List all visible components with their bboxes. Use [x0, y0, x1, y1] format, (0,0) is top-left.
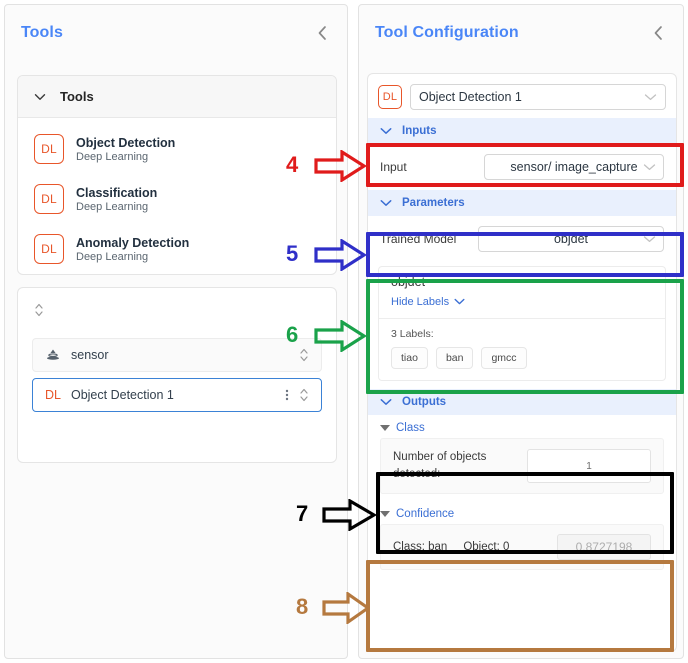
section-title: Outputs: [402, 396, 447, 408]
label-chip[interactable]: gmcc: [481, 347, 527, 369]
list-item[interactable]: DL Object Detection Deep Learning: [18, 124, 336, 174]
confidence-group-toggle[interactable]: Confidence: [368, 494, 676, 524]
tools-accordion-header[interactable]: Tools: [18, 76, 336, 118]
dl-badge-icon: DL: [34, 234, 64, 264]
tools-accordion-card: Tools DL Object Detection Deep Learning …: [17, 75, 337, 275]
objects-detected-value: 1: [527, 449, 651, 483]
tool-name: Anomaly Detection: [76, 235, 190, 250]
chevron-down-icon: [380, 199, 392, 207]
class-group-toggle[interactable]: Class: [368, 415, 676, 438]
sort-updown-icon[interactable]: [34, 302, 44, 318]
model-labels-card: objdet Hide Labels 3 Labels: tiao ban gm…: [378, 266, 666, 381]
chevron-left-icon[interactable]: [649, 24, 667, 42]
tool-subtitle: Deep Learning: [76, 200, 149, 213]
section-title: Inputs: [402, 125, 437, 137]
trained-model-label: Trained Model: [380, 232, 457, 246]
confidence-group-label: Confidence: [396, 508, 455, 520]
sensor-icon: [45, 348, 61, 363]
pipeline-row-object-detection-1[interactable]: DL Object Detection 1: [32, 378, 322, 412]
kebab-menu-icon[interactable]: [285, 387, 289, 403]
chevron-left-icon[interactable]: [313, 24, 331, 42]
labels-count: 3 Labels:: [391, 328, 434, 340]
section-header-parameters[interactable]: Parameters: [368, 190, 676, 216]
pipeline-row-label: sensor: [71, 348, 109, 362]
sort-updown-icon[interactable]: [299, 347, 309, 363]
class-output-row: Number of objects detected: 1: [380, 438, 664, 494]
pipeline-list: sensor DL Object Detection 1: [18, 332, 336, 412]
section-header-inputs[interactable]: Inputs: [368, 118, 676, 144]
label-chip-list: tiao ban gmcc: [391, 347, 653, 369]
sort-updown-icon[interactable]: [299, 387, 309, 403]
confidence-class-text: Class: ban: [393, 541, 448, 553]
tool-name: Object Detection: [76, 135, 176, 150]
confidence-object-text: Object: 0: [463, 541, 510, 553]
chevron-down-icon: [380, 127, 392, 135]
page-title: Tools: [21, 24, 63, 41]
tools-panel: Tools Tools DL Object Detection Deep Lea…: [4, 4, 348, 659]
dl-badge-icon: DL: [378, 85, 402, 109]
pipeline-row-label: Object Detection 1: [70, 388, 174, 402]
trained-model-field-row: Trained Model objdet: [368, 216, 676, 262]
chevron-down-icon: [454, 296, 465, 308]
chevron-down-icon: [380, 398, 392, 406]
tool-select-value: Object Detection 1: [419, 90, 522, 104]
input-field-label: Input: [380, 160, 407, 174]
objects-detected-label: Number of objects detected:: [393, 451, 487, 480]
config-panel-title: Tool Configuration: [375, 24, 519, 41]
input-source-dropdown[interactable]: sensor/ image_capture: [484, 154, 664, 180]
app-root: Tools Tools DL Object Detection Deep Lea…: [0, 0, 688, 663]
section-title: Parameters: [402, 197, 465, 209]
tools-list: DL Object Detection Deep Learning DL Cla…: [18, 118, 336, 274]
dl-badge-icon: DL: [45, 388, 61, 402]
model-card-body: 3 Labels: tiao ban gmcc: [379, 319, 665, 380]
triangle-down-icon: [380, 511, 390, 517]
section-header-outputs[interactable]: Outputs: [368, 389, 676, 415]
chevron-down-icon: [643, 163, 656, 171]
model-card-header: objdet Hide Labels: [379, 267, 665, 319]
hide-labels-text: Hide Labels: [391, 296, 450, 308]
model-name: objdet: [391, 275, 426, 289]
trained-model-value: objdet: [553, 232, 589, 246]
label-chip[interactable]: tiao: [391, 347, 428, 369]
tool-subtitle: Deep Learning: [76, 150, 149, 163]
hide-labels-toggle[interactable]: Hide Labels: [391, 296, 465, 308]
tool-name: Classification: [76, 185, 158, 200]
dl-badge-icon: DL: [34, 134, 64, 164]
tool-select-row: DL Object Detection 1: [368, 74, 676, 118]
chevron-down-icon: [644, 93, 657, 101]
tool-select-dropdown[interactable]: Object Detection 1: [410, 84, 666, 110]
dl-badge-icon: DL: [34, 184, 64, 214]
chevron-down-icon: [34, 93, 46, 101]
chevron-down-icon: [643, 235, 656, 243]
confidence-output-row: Class: ban Object: 0 0.8727198: [380, 524, 664, 570]
pipeline-row-sensor[interactable]: sensor: [32, 338, 322, 372]
tool-subtitle: Deep Learning: [76, 250, 149, 263]
tool-configuration-panel: Tool Configuration DL Object Detection 1: [358, 4, 684, 659]
input-field-row: Input sensor/ image_capture: [368, 144, 676, 190]
pipeline-toolbar: [18, 288, 336, 332]
triangle-down-icon: [380, 425, 390, 431]
trained-model-dropdown[interactable]: objdet: [478, 226, 664, 252]
input-source-value: sensor/ image_capture: [510, 160, 638, 174]
class-group-label: Class: [396, 422, 425, 434]
list-item[interactable]: DL Classification Deep Learning: [18, 174, 336, 224]
list-item[interactable]: DL Anomaly Detection Deep Learning: [18, 224, 336, 274]
tools-panel-header: Tools: [5, 5, 347, 61]
tools-accordion-title: Tools: [60, 89, 94, 104]
pipeline-card: sensor DL Object Detection 1: [17, 287, 337, 463]
confidence-value: 0.8727198: [557, 534, 651, 560]
config-panel-header: Tool Configuration: [359, 5, 683, 61]
label-chip[interactable]: ban: [435, 347, 474, 369]
config-card: DL Object Detection 1 Inputs Input senso…: [367, 73, 677, 652]
